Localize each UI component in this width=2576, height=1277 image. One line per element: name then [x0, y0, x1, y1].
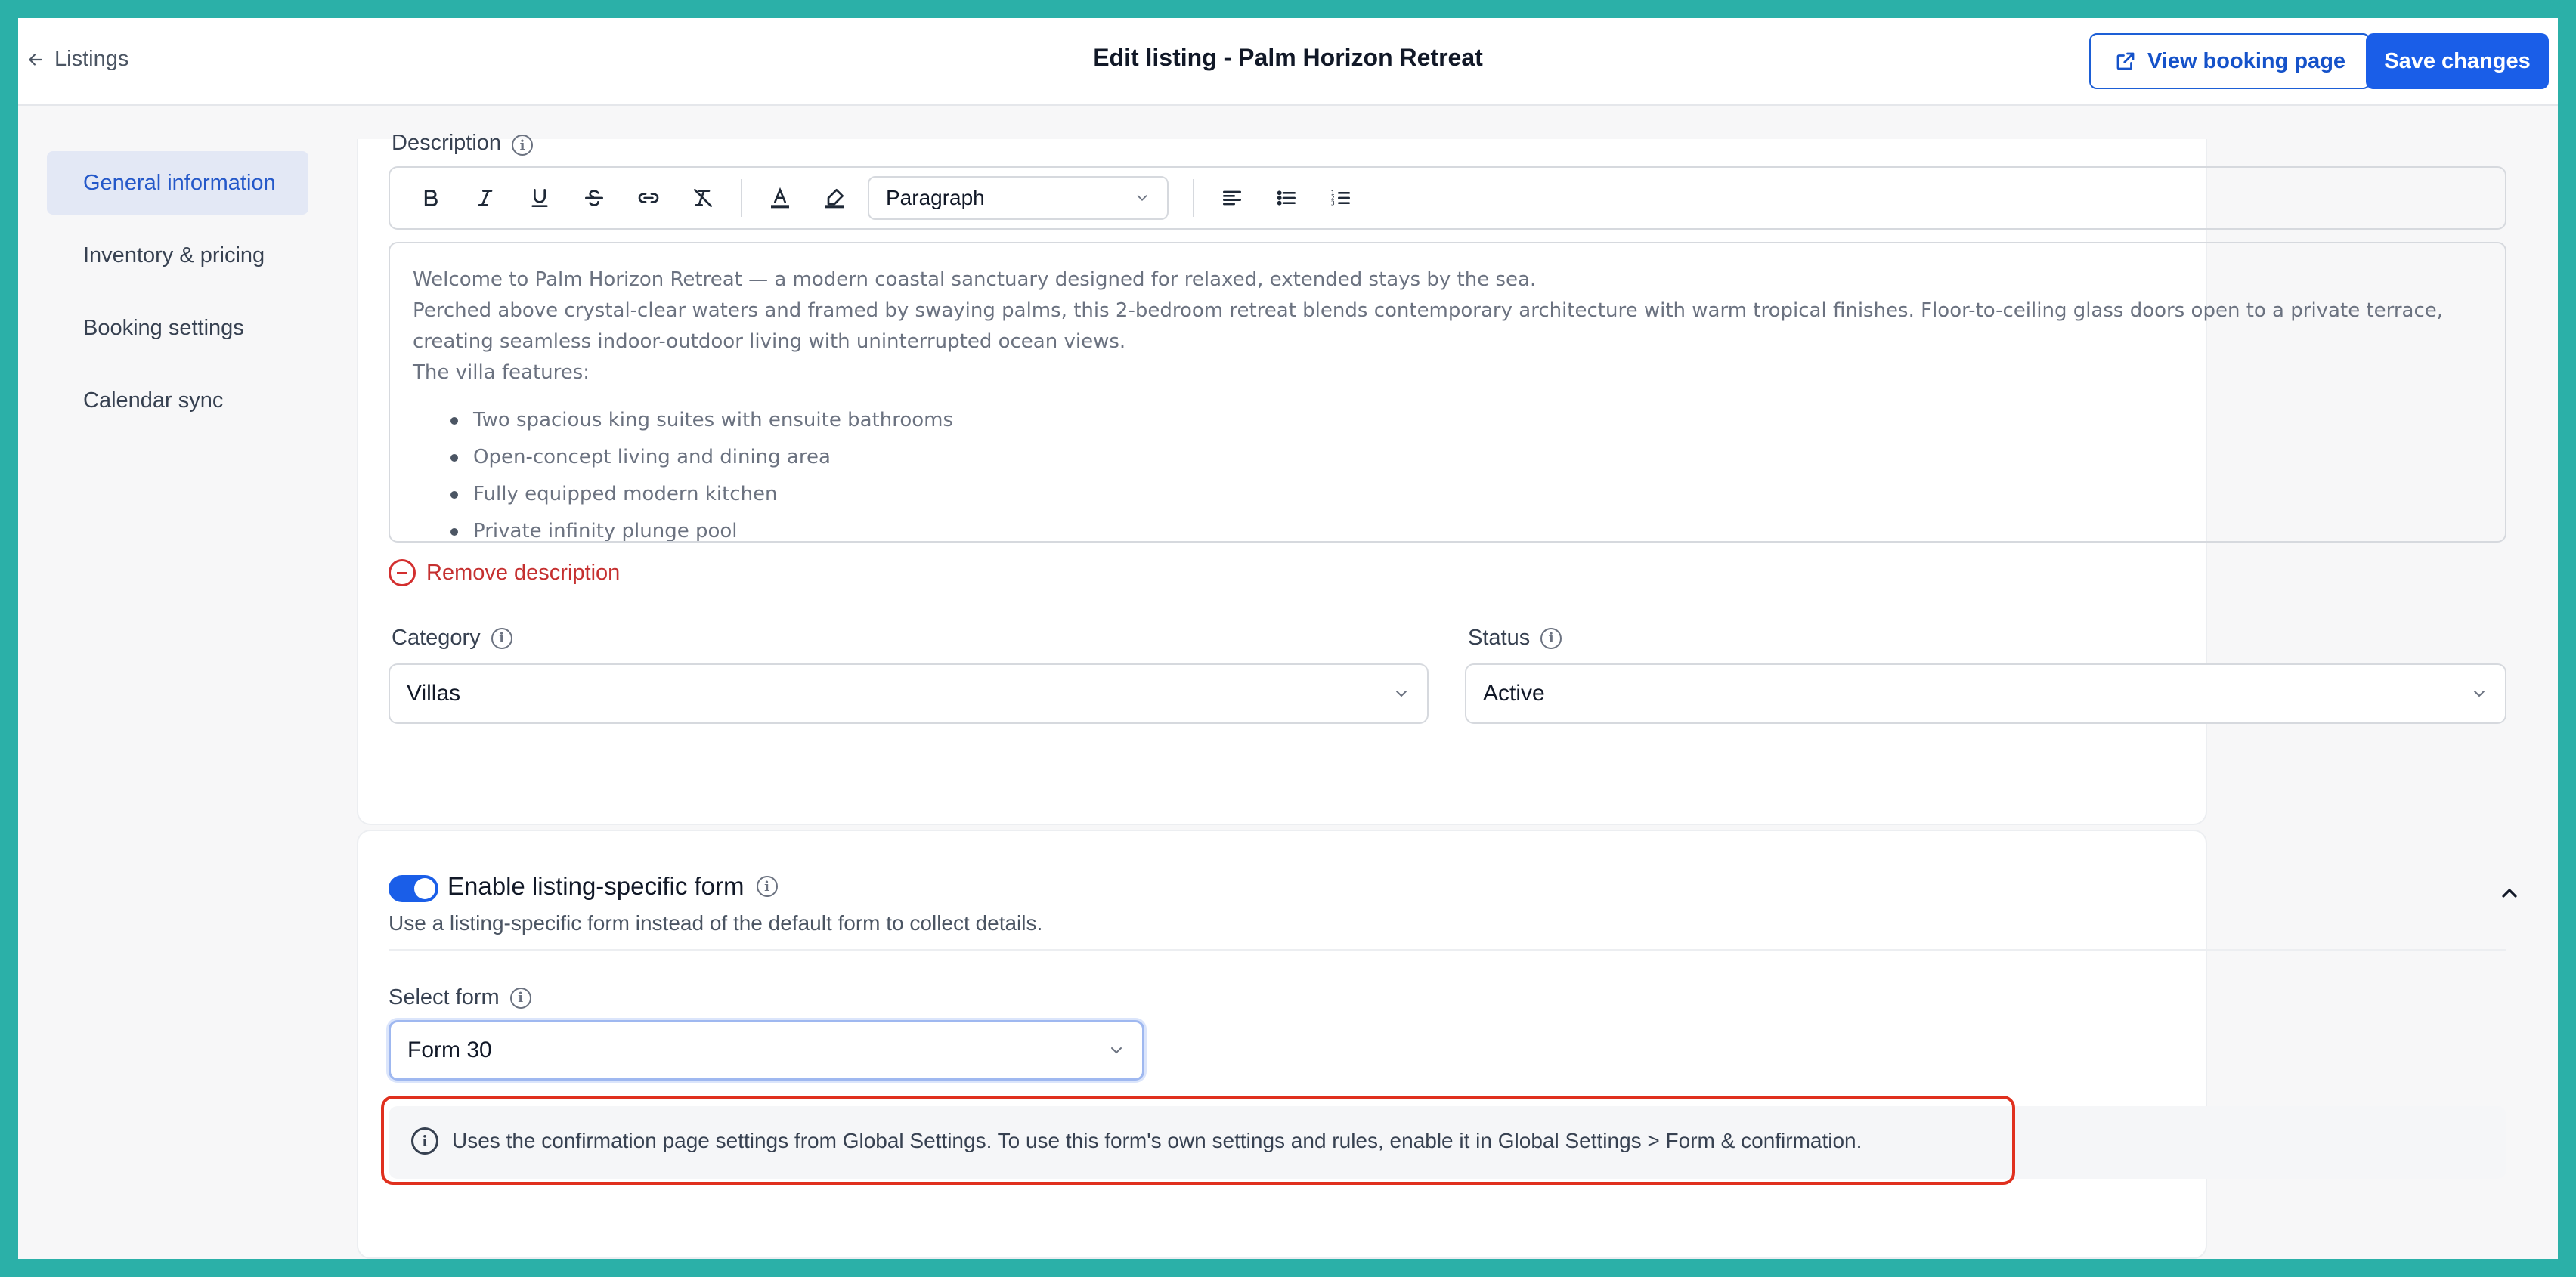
info-icon[interactable]: i — [1540, 627, 1562, 649]
italic-icon[interactable] — [458, 175, 512, 221]
info-icon[interactable]: i — [512, 135, 534, 156]
status-value: Active — [1483, 681, 1545, 706]
info-icon[interactable]: i — [491, 627, 512, 649]
notice-content: i Uses the confirmation page settings fr… — [411, 1127, 1862, 1155]
sidebar-item-general-information[interactable]: General information — [47, 151, 308, 215]
description-editor[interactable]: Welcome to Palm Horizon Retreat — a mode… — [389, 242, 2506, 543]
notice-text: Uses the confirmation page settings from… — [452, 1129, 1862, 1152]
editor-bullet-list: Two spacious king suites with ensuite ba… — [413, 402, 2482, 541]
save-changes-button[interactable]: Save changes — [2366, 33, 2549, 89]
align-left-icon[interactable] — [1205, 175, 1259, 221]
listing-form-description: Use a listing-specific form instead of t… — [389, 911, 1043, 935]
listing-form-toggle[interactable] — [389, 875, 438, 902]
description-label-row: Description i — [392, 125, 534, 156]
chevron-up-icon — [2502, 888, 2517, 898]
list-item: Fully equipped modern kitchen — [450, 476, 2482, 513]
listing-form-title: Enable listing-specific form — [447, 872, 745, 900]
text-color-icon[interactable] — [753, 175, 807, 221]
listing-form-title-row: Enable listing-specific form i — [447, 872, 778, 901]
arrow-left-icon — [29, 53, 42, 66]
highlight-icon[interactable] — [807, 175, 862, 221]
chevron-down-icon — [1396, 691, 1407, 697]
back-label: Listings — [54, 47, 129, 71]
bullet-list-icon[interactable] — [1259, 175, 1314, 221]
section-divider — [389, 949, 2506, 951]
category-label: Category — [392, 626, 481, 650]
underline-icon[interactable] — [512, 175, 567, 221]
minus-circle-icon — [389, 559, 416, 586]
collapse-section-button[interactable] — [2494, 878, 2525, 908]
editor-paragraph: The villa features: — [413, 361, 590, 384]
svg-text:3: 3 — [1331, 199, 1335, 206]
editor-paragraph: Welcome to Palm Horizon Retreat — a mode… — [413, 268, 1537, 291]
info-icon[interactable]: i — [756, 876, 778, 897]
toolbar-divider — [1193, 179, 1194, 217]
category-select[interactable]: Villas — [389, 663, 1429, 724]
info-icon[interactable]: i — [509, 987, 531, 1009]
category-value: Villas — [407, 681, 461, 706]
form-select[interactable]: Form 30 — [389, 1020, 1144, 1081]
sidebar-item-booking-settings[interactable]: Booking settings — [47, 296, 308, 360]
sidebar-item-inventory-pricing[interactable]: Inventory & pricing — [47, 224, 308, 287]
status-select[interactable]: Active — [1465, 663, 2506, 724]
status-label-row: Status i — [1468, 626, 1562, 651]
status-label: Status — [1468, 626, 1531, 650]
editor-paragraph: Perched above crystal-clear waters and f… — [413, 299, 2444, 353]
top-bar: Listings Edit listing - Palm Horizon Ret… — [18, 18, 2558, 106]
toolbar-divider — [741, 179, 742, 217]
block-format-select[interactable]: Paragraph — [868, 176, 1169, 220]
strikethrough-icon[interactable] — [567, 175, 621, 221]
remove-description-label: Remove description — [426, 560, 621, 585]
list-item: Two spacious king suites with ensuite ba… — [450, 402, 2482, 439]
chevron-down-icon — [1111, 1047, 1122, 1054]
remove-description-button[interactable]: Remove description — [389, 559, 620, 586]
block-format-value: Paragraph — [886, 186, 985, 209]
editor-toolbar: Paragraph 123 — [389, 166, 2506, 230]
select-form-label-row: Select form i — [389, 985, 531, 1010]
select-form-label: Select form — [389, 985, 500, 1010]
app-window: Listings Edit listing - Palm Horizon Ret… — [18, 18, 2558, 1259]
sidebar-item-calendar-sync[interactable]: Calendar sync — [47, 369, 308, 432]
bold-icon[interactable] — [404, 175, 458, 221]
chevron-down-icon — [1137, 195, 1147, 202]
sidebar-nav: General information Inventory & pricing … — [47, 151, 308, 441]
clear-format-icon[interactable] — [676, 175, 730, 221]
info-icon: i — [411, 1127, 438, 1155]
link-icon[interactable] — [621, 175, 676, 221]
view-booking-label: View booking page — [2147, 48, 2346, 73]
list-item: Open-concept living and dining area — [450, 439, 2482, 476]
back-to-listings-link[interactable]: Listings — [26, 47, 128, 72]
description-label: Description — [392, 131, 502, 155]
numbered-list-icon[interactable]: 123 — [1314, 175, 1368, 221]
external-link-icon — [2116, 52, 2135, 70]
category-label-row: Category i — [392, 626, 512, 651]
form-select-value: Form 30 — [407, 1037, 492, 1062]
chevron-down-icon — [2474, 691, 2485, 697]
list-item: Private infinity plunge pool — [450, 513, 2482, 541]
view-booking-page-button[interactable]: View booking page — [2089, 33, 2370, 89]
